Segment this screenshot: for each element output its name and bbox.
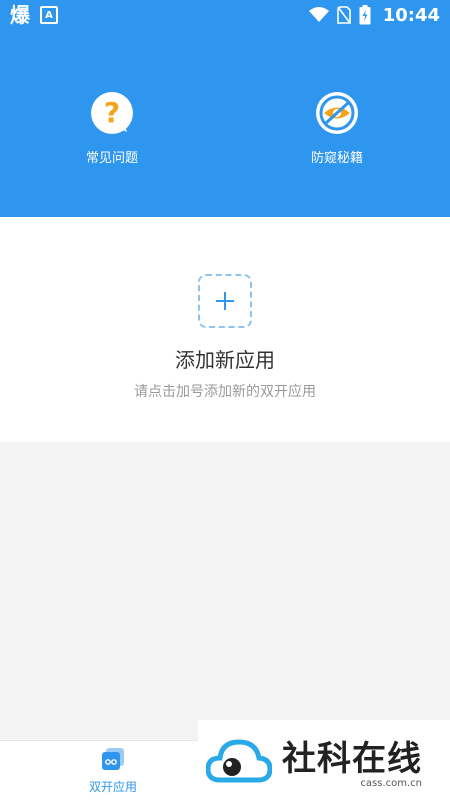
add-app-card: 添加新应用 请点击加号添加新的双开应用 [0,217,450,442]
add-app-button[interactable] [198,274,252,328]
battery-charging-icon [359,5,371,25]
add-app-title: 添加新应用 [175,348,275,372]
status-bar: 爆 A 10:44 [0,0,450,30]
watermark-logo: 社科在线 cass.com.cn [198,720,450,800]
add-app-subtitle: 请点击加号添加新的双开应用 [134,384,316,400]
faq-icon-circle: ? [91,92,133,134]
question-bubble-icon: ? [92,93,132,133]
dual-app-icon [102,748,124,770]
status-a-icon: A [40,6,58,24]
nav-label-dual-app: 双开应用 [88,780,137,794]
header-banner: 爆 A 10:44 ? 常见问题 防窥秘籍 [0,0,450,217]
no-sim-icon [336,6,351,24]
status-right: 10:44 [308,4,440,26]
nav-item-dual-app[interactable]: 双开应用 [78,746,148,795]
no-eye-icon [317,93,357,133]
svg-text:?: ? [104,96,120,129]
watermark-title: 社科在线 [282,739,422,779]
wifi-icon [308,7,329,22]
cloud-eye-logo-icon [206,739,272,783]
anti-peep-button[interactable]: 防窥秘籍 [277,92,397,166]
plus-icon [216,292,234,310]
status-app-icon: 爆 [10,3,30,27]
watermark-text: 社科在线 cass.com.cn [282,731,422,789]
status-time: 10:44 [382,4,440,26]
anti-peep-icon-circle [316,92,358,134]
status-left: 爆 A [10,5,58,25]
anti-peep-label: 防窥秘籍 [310,151,363,166]
faq-button[interactable]: ? 常见问题 [52,92,172,166]
faq-label: 常见问题 [85,151,138,166]
